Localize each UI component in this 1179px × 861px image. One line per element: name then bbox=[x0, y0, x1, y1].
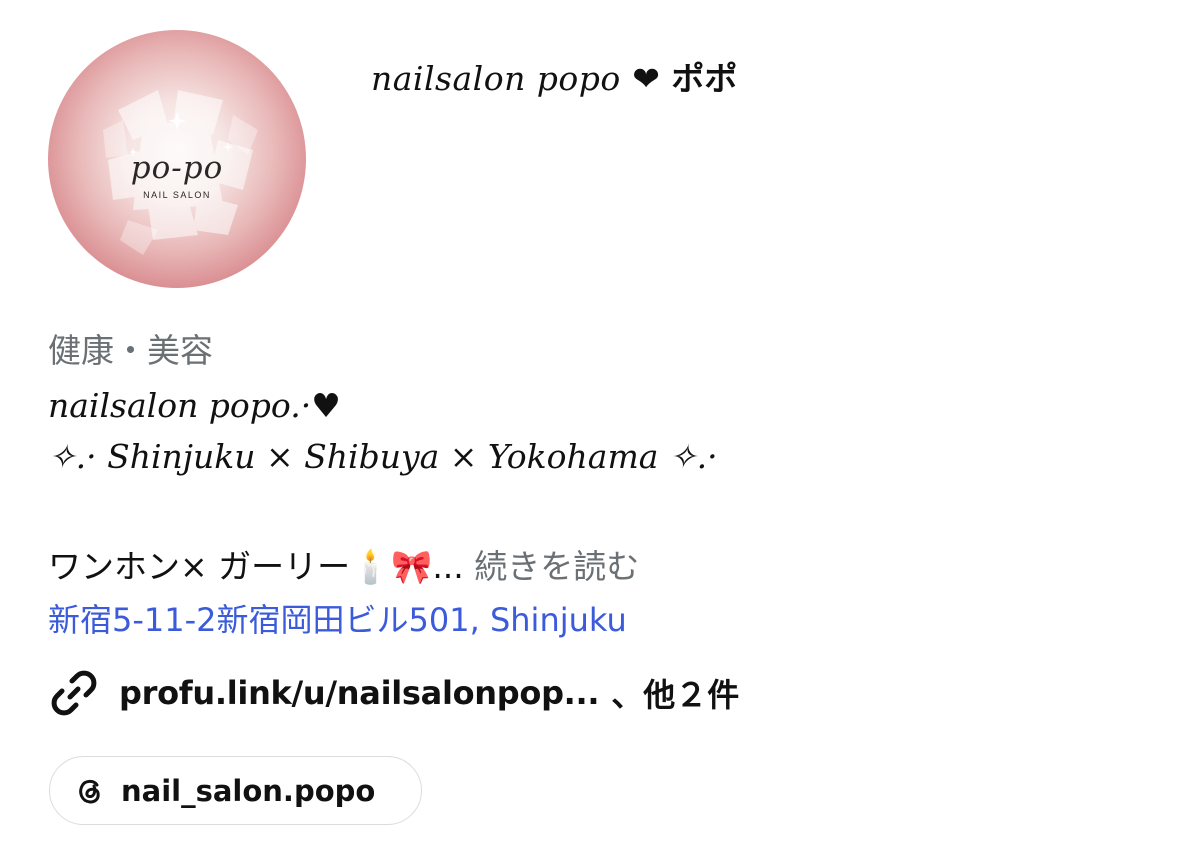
avatar-logo-subtitle: NAIL SALON bbox=[143, 190, 211, 200]
address-link[interactable]: 新宿5-11-2新宿岡田ビル501, Shinjuku bbox=[48, 600, 627, 640]
link-icon bbox=[48, 667, 100, 719]
display-name-script: nailsalon popo bbox=[371, 59, 621, 98]
profile-avatar[interactable]: po-po NAIL SALON bbox=[48, 30, 306, 288]
external-links[interactable]: profu.link/u/nailsalonpop... 、他２件 bbox=[48, 668, 739, 718]
bio-location-line: ✧.· Shinjuku × Shibuya × Yokohama ✧.· bbox=[48, 437, 718, 476]
bio-tagline: ワンホン× ガーリー🕯️🎀... 続きを読む bbox=[48, 547, 639, 587]
display-name-tail: ❤ ポポ bbox=[620, 59, 738, 98]
profile-category: 健康・美容 bbox=[48, 331, 213, 370]
primary-link-url[interactable]: profu.link/u/nailsalonpop... bbox=[119, 674, 600, 712]
more-links-count[interactable]: 、他２件 bbox=[611, 670, 739, 716]
bio-tagline-text: ワンホン× ガーリー🕯️🎀... bbox=[48, 547, 464, 586]
read-more-link[interactable]: 続きを読む bbox=[464, 547, 639, 586]
threads-profile-button[interactable]: nail_salon.popo bbox=[49, 756, 422, 825]
bio-name-line: nailsalon popo.·♥ bbox=[48, 386, 341, 425]
threads-icon bbox=[75, 776, 105, 806]
avatar-logo-script: po-po bbox=[130, 150, 224, 186]
profile-display-name: nailsalon popo ❤ ポポ bbox=[371, 58, 737, 100]
threads-handle: nail_salon.popo bbox=[121, 773, 376, 808]
